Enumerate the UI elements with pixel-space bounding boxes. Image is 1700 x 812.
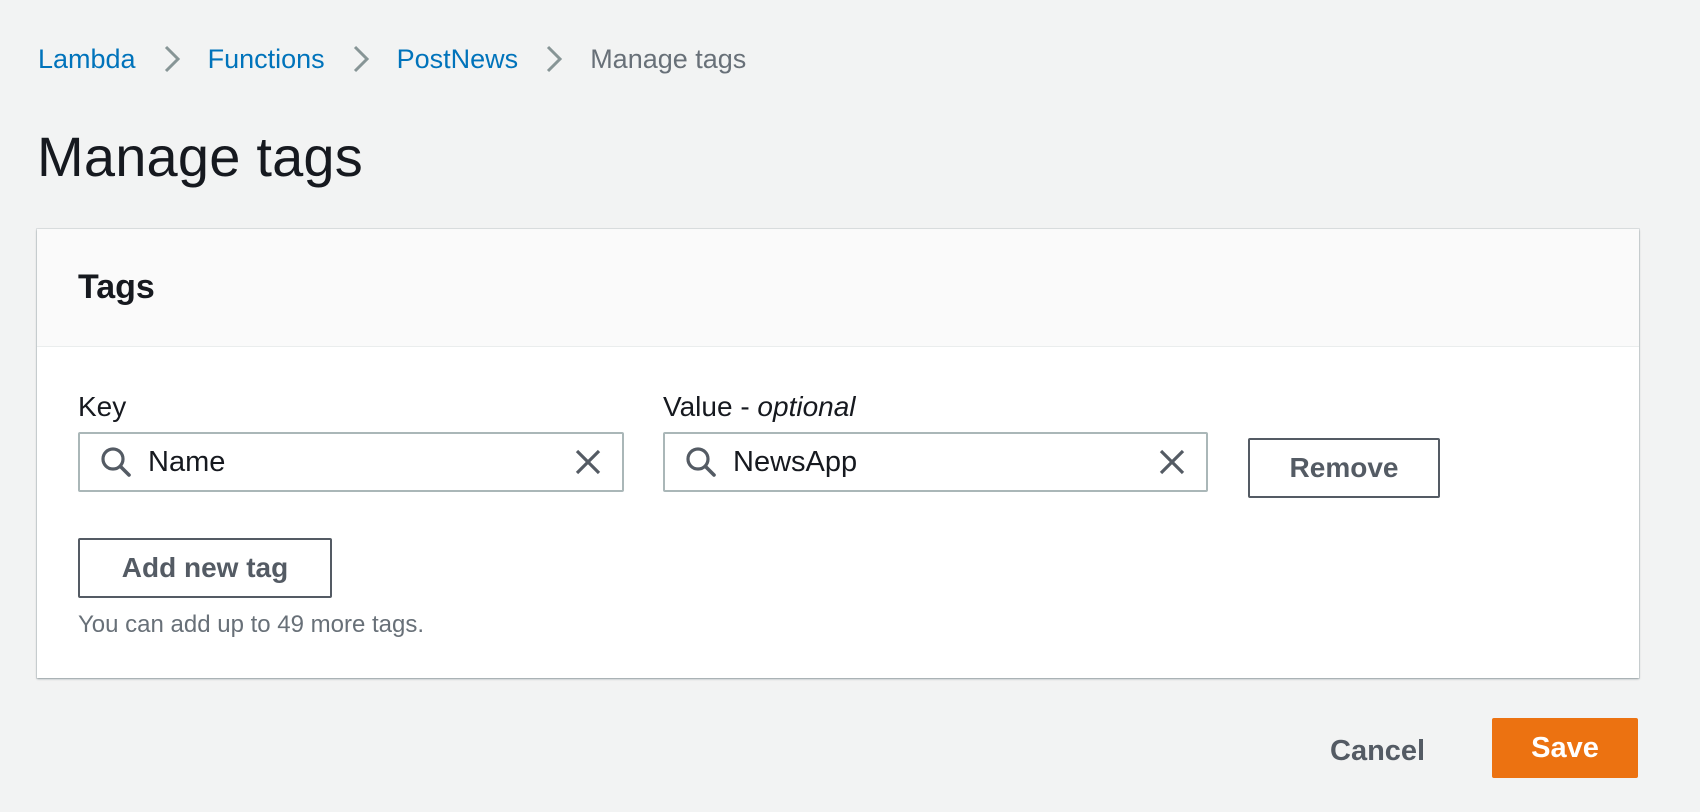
close-icon[interactable]	[1156, 446, 1188, 478]
add-new-tag-button[interactable]: Add new tag	[78, 538, 332, 598]
breadcrumb: Lambda Functions PostNews Manage tags	[38, 40, 746, 78]
chevron-right-icon	[136, 40, 208, 78]
tag-key-value[interactable]: Name	[148, 446, 572, 479]
tag-value-input[interactable]: NewsApp	[663, 432, 1208, 492]
tags-panel: Tags Key Value - optional Name NewsApp R…	[37, 229, 1639, 678]
key-label: Key	[78, 391, 127, 422]
tag-key-input[interactable]: Name	[78, 432, 624, 492]
breadcrumb-lambda[interactable]: Lambda	[38, 44, 136, 75]
value-label-text: Value -	[663, 391, 758, 422]
search-icon	[683, 444, 719, 480]
tag-value-value[interactable]: NewsApp	[733, 446, 1156, 479]
remove-tag-button[interactable]: Remove	[1248, 438, 1440, 498]
chevron-right-icon	[518, 40, 590, 78]
save-button[interactable]: Save	[1492, 718, 1638, 778]
value-label: Value - optional	[663, 391, 856, 423]
chevron-right-icon	[325, 40, 397, 78]
tags-panel-header: Tags	[37, 229, 1639, 347]
close-icon[interactable]	[572, 446, 604, 478]
search-icon	[98, 444, 134, 480]
tags-panel-title: Tags	[78, 268, 155, 306]
value-label-optional: optional	[757, 391, 856, 422]
breadcrumb-current: Manage tags	[590, 43, 747, 74]
breadcrumb-postnews[interactable]: PostNews	[397, 44, 519, 75]
breadcrumb-functions[interactable]: Functions	[208, 44, 325, 75]
tags-limit-hint: You can add up to 49 more tags.	[78, 611, 425, 638]
page-title: Manage tags	[37, 125, 363, 188]
cancel-button[interactable]: Cancel	[1330, 730, 1425, 772]
